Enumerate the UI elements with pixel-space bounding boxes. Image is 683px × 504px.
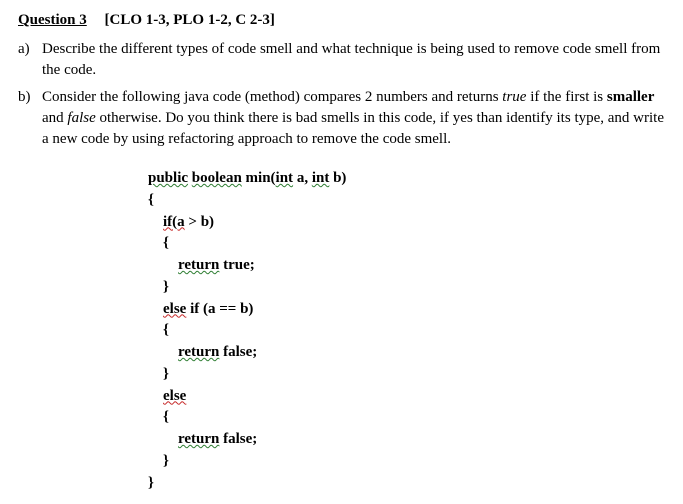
smaller-word: smaller bbox=[607, 89, 654, 105]
indent bbox=[148, 344, 178, 360]
kw-return1: return bbox=[178, 257, 219, 273]
code-line-13: return false; bbox=[148, 429, 665, 451]
code-line-9: return false; bbox=[148, 342, 665, 364]
kw-int1: int bbox=[276, 170, 294, 186]
code-line-15: } bbox=[148, 473, 665, 495]
kw-public: public bbox=[148, 170, 188, 186]
code-line-1: public boolean min(int a, int b) bbox=[148, 168, 665, 190]
if-a: if(a bbox=[163, 214, 185, 230]
part-b-prefix: Consider the following java code (method… bbox=[42, 89, 502, 105]
part-b-suffix: otherwise. Do you think there is bad sme… bbox=[42, 110, 664, 147]
txt: false; bbox=[219, 431, 257, 447]
code-line-5: return true; bbox=[148, 255, 665, 277]
question-tags: [CLO 1-3, PLO 1-2, C 2-3] bbox=[105, 12, 275, 28]
indent bbox=[148, 214, 163, 230]
code-line-4: { bbox=[148, 233, 665, 255]
question-header: Question 3 [CLO 1-3, PLO 1-2, C 2-3] bbox=[18, 10, 665, 31]
code-line-12: { bbox=[148, 407, 665, 429]
part-a-label: a) bbox=[18, 39, 42, 81]
code-line-11: else bbox=[148, 386, 665, 408]
part-a: a) Describe the different types of code … bbox=[18, 39, 665, 81]
indent bbox=[148, 257, 178, 273]
kw-return2: return bbox=[178, 344, 219, 360]
txt: if (a == b) bbox=[186, 301, 253, 317]
part-b-text: Consider the following java code (method… bbox=[42, 87, 665, 150]
question-title: Question 3 bbox=[18, 12, 87, 28]
code-line-8: { bbox=[148, 320, 665, 342]
code-line-14: } bbox=[148, 451, 665, 473]
true-word: true bbox=[502, 89, 526, 105]
txt: min( bbox=[242, 170, 276, 186]
txt: > b) bbox=[185, 214, 214, 230]
kw-int2: int bbox=[312, 170, 330, 186]
indent bbox=[148, 431, 178, 447]
kw-else1: else bbox=[163, 301, 186, 317]
kw-return3: return bbox=[178, 431, 219, 447]
code-block: public boolean min(int a, int b) { if(a … bbox=[148, 168, 665, 494]
kw-else2: else bbox=[163, 388, 186, 404]
part-b-mid2: and bbox=[42, 110, 67, 126]
code-line-6: } bbox=[148, 277, 665, 299]
false-word: false bbox=[67, 110, 95, 126]
part-a-text: Describe the different types of code sme… bbox=[42, 39, 665, 81]
txt: b) bbox=[329, 170, 346, 186]
code-line-7: else if (a == b) bbox=[148, 299, 665, 321]
part-b-mid1: if the first is bbox=[526, 89, 606, 105]
part-b-label: b) bbox=[18, 87, 42, 150]
txt: false; bbox=[219, 344, 257, 360]
code-line-10: } bbox=[148, 364, 665, 386]
code-line-3: if(a > b) bbox=[148, 212, 665, 234]
txt: a, bbox=[293, 170, 312, 186]
indent bbox=[148, 388, 163, 404]
code-line-2: { bbox=[148, 190, 665, 212]
part-b: b) Consider the following java code (met… bbox=[18, 87, 665, 150]
kw-boolean: boolean bbox=[192, 170, 242, 186]
txt: true; bbox=[219, 257, 254, 273]
indent bbox=[148, 301, 163, 317]
